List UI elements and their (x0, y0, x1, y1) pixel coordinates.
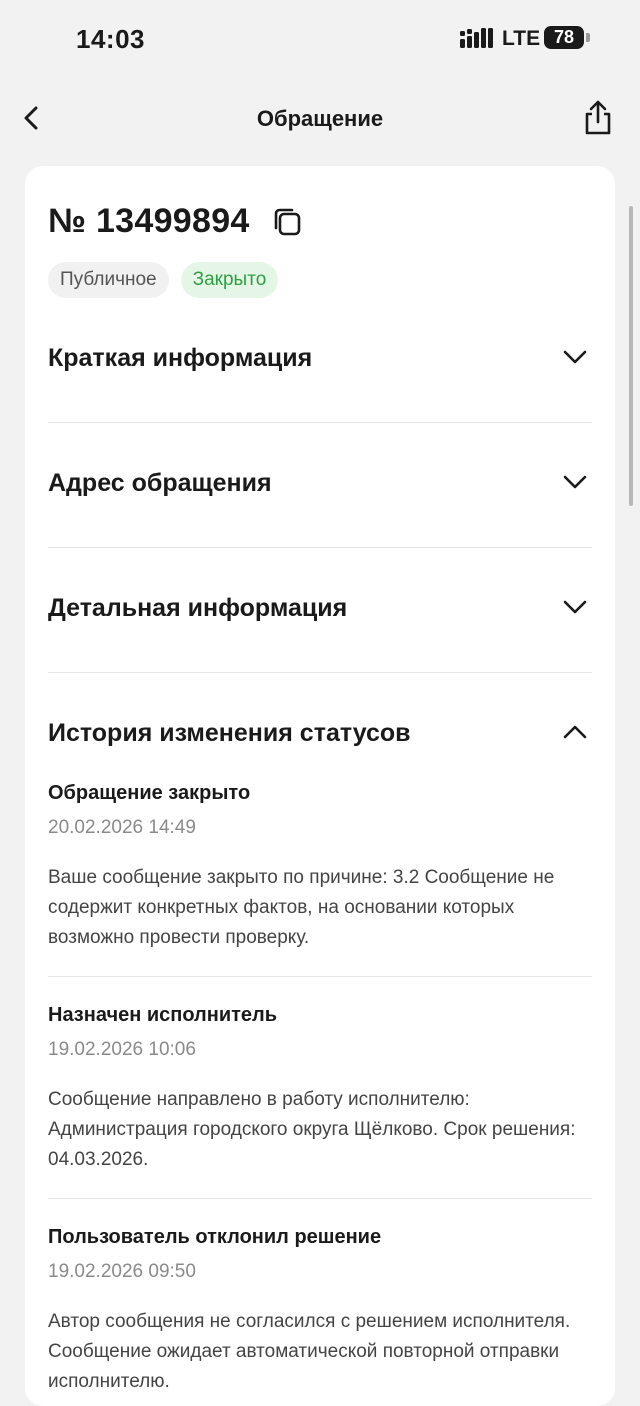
divider (48, 976, 592, 977)
visibility-badge: Публичное (48, 262, 169, 298)
request-number: № 13499894 (48, 202, 250, 240)
history-item-text: Сообщение направлено в работу исполнител… (48, 1089, 576, 1170)
history-item-text: Ваше сообщение закрыто по причине: 3.2 С… (48, 867, 555, 948)
request-card: № 13499894 Публичное Закрыто Краткая инф… (25, 166, 615, 1406)
history-item-title: Назначен исполнитель (48, 1004, 278, 1026)
history-item: Пользователь отклонил решение 19.02.2026… (48, 1226, 578, 1397)
share-icon[interactable] (580, 98, 616, 138)
status-badge: Закрыто (180, 262, 279, 298)
request-number-row: № 13499894 (48, 202, 304, 241)
status-time: 14:03 (76, 24, 145, 54)
section-address[interactable]: Адрес обращения (48, 467, 592, 507)
scrollbar[interactable] (629, 206, 633, 506)
divider (48, 547, 592, 548)
chevron-up-icon[interactable] (560, 717, 590, 747)
history-item-title: Пользователь отклонил решение (48, 1226, 382, 1248)
section-details[interactable]: Детальная информация (48, 592, 592, 632)
history-item: Обращение закрыто 20.02.2026 14:49 Ваше … (48, 782, 578, 953)
network-type: LTE (502, 27, 541, 50)
nav-bar: Обращение (0, 88, 640, 152)
section-history[interactable]: История изменения статусов (48, 717, 592, 757)
section-title: История изменения статусов (48, 719, 411, 747)
section-title: Краткая информация (48, 344, 313, 372)
signal-icon (460, 28, 493, 48)
history-item-date: 19.02.2026 10:06 (48, 1039, 196, 1060)
chevron-down-icon[interactable] (560, 467, 590, 497)
divider (48, 1198, 592, 1199)
history-item-date: 20.02.2026 14:49 (48, 817, 196, 838)
page-title: Обращение (256, 106, 384, 131)
section-title: Адрес обращения (48, 469, 272, 497)
status-bar: 14:03 LTE 78 (0, 0, 640, 78)
history-item-title: Обращение закрыто (48, 782, 251, 804)
battery-icon: 78 (544, 26, 584, 49)
history-item: Назначен исполнитель 19.02.2026 10:06 Со… (48, 1004, 578, 1175)
badges: Публичное Закрыто (48, 262, 279, 298)
section-title: Детальная информация (48, 594, 348, 622)
copy-icon[interactable] (270, 205, 304, 239)
history-item-text: Автор сообщения не согласился с решением… (48, 1311, 571, 1392)
section-brief[interactable]: Краткая информация (48, 342, 592, 382)
chevron-down-icon[interactable] (560, 592, 590, 622)
chevron-down-icon[interactable] (560, 342, 590, 372)
history-item-date: 19.02.2026 09:50 (48, 1261, 196, 1282)
divider (48, 672, 592, 673)
battery-tip (586, 33, 590, 42)
divider (48, 422, 592, 423)
